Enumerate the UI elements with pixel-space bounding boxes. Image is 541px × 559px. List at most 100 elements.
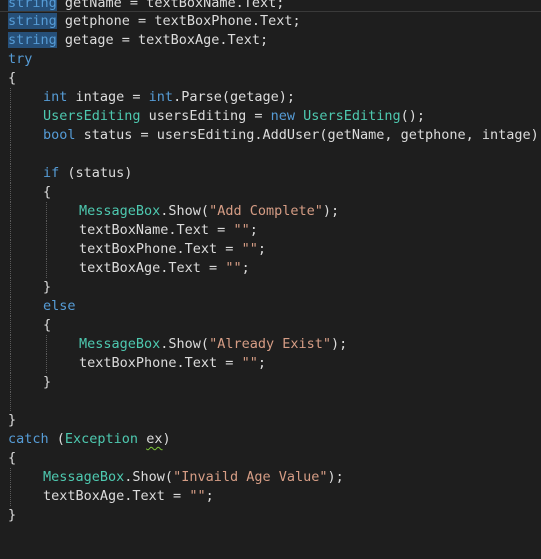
indent-guides [0, 411, 541, 430]
indent-guides [0, 297, 541, 316]
code-token: ; [257, 355, 266, 371]
code-line[interactable]: if (status) [0, 164, 541, 183]
code-token: ex [146, 431, 163, 447]
code-token: UsersEditing [303, 108, 401, 124]
code-text: bool status = usersEditing.AddUser(getNa… [43, 126, 541, 145]
code-token: } [8, 412, 17, 428]
code-text: { [8, 449, 16, 468]
code-text: } [43, 278, 51, 297]
code-text: textBoxAge.Text = ""; [79, 259, 250, 278]
code-token: textBoxName.Text = [79, 222, 234, 238]
code-token: ; [205, 488, 214, 504]
code-line[interactable]: MessageBox.Show("Already Exist"); [0, 335, 541, 354]
indent-guide [46, 335, 47, 354]
code-line[interactable] [0, 392, 541, 411]
code-line[interactable]: MessageBox.Show("Invaild Age Value"); [0, 468, 541, 487]
indent-guide [10, 335, 11, 354]
indent-guide [46, 221, 47, 240]
code-line[interactable]: string getphone = textBoxPhone.Text; [0, 12, 541, 31]
indent-guide [10, 183, 11, 202]
code-line[interactable]: textBoxAge.Text = ""; [0, 487, 541, 506]
indent-guide [10, 164, 11, 183]
code-line[interactable]: bool status = usersEditing.AddUser(getNa… [0, 126, 541, 145]
code-line[interactable]: { [0, 449, 541, 468]
code-line[interactable]: textBoxAge.Text = ""; [0, 259, 541, 278]
code-token: intage = [67, 89, 149, 105]
code-line[interactable]: string getName = textBoxName.Text; [0, 0, 541, 12]
code-text: string getphone = textBoxPhone.Text; [8, 12, 301, 31]
code-line[interactable]: textBoxName.Text = ""; [0, 221, 541, 240]
code-line[interactable] [0, 145, 541, 164]
code-line[interactable]: textBoxPhone.Text = ""; [0, 354, 541, 373]
code-token: textBoxPhone.Text = [79, 355, 242, 371]
code-text: UsersEditing usersEditing = new UsersEdi… [43, 107, 425, 126]
code-line[interactable]: textBoxPhone.Text = ""; [0, 240, 541, 259]
code-line[interactable]: } [0, 278, 541, 297]
code-token: "" [241, 241, 258, 257]
code-token: if [43, 165, 60, 181]
code-line[interactable]: { [0, 183, 541, 202]
code-token: else [43, 298, 76, 314]
code-token: "Invaild Age Value" [173, 469, 328, 485]
indent-guides [0, 145, 541, 164]
code-token: ); [322, 203, 340, 219]
code-token: getage = textBoxAge.Text; [56, 32, 269, 48]
code-text: { [43, 316, 51, 335]
indent-guides [0, 449, 541, 468]
code-line[interactable]: catch (Exception ex) [0, 430, 541, 449]
code-line[interactable]: } [0, 506, 541, 525]
code-text: textBoxAge.Text = ""; [43, 487, 214, 506]
code-token: ); [327, 469, 344, 485]
code-text: int intage = int.Parse(getage); [43, 88, 295, 107]
code-token: textBoxPhone.Text = [79, 241, 242, 257]
code-token: .Show( [160, 336, 210, 352]
code-token: UsersEditing [43, 108, 141, 124]
indent-guide [10, 145, 11, 164]
indent-guide [10, 316, 11, 335]
code-text: MessageBox.Show("Invaild Age Value"); [43, 468, 344, 487]
code-line[interactable]: { [0, 316, 541, 335]
code-token: textBoxAge.Text = [43, 488, 190, 504]
indent-guide [10, 202, 11, 221]
indent-guide [10, 88, 11, 107]
code-token: Exception [64, 431, 139, 447]
code-line[interactable]: else [0, 297, 541, 316]
code-line[interactable]: string getage = textBoxAge.Text; [0, 31, 541, 50]
code-line[interactable]: try [0, 50, 541, 69]
code-token: getphone = textBoxPhone.Text; [56, 13, 301, 29]
indent-guides [0, 373, 541, 392]
code-token: "" [189, 488, 206, 504]
code-token: usersEditing = [140, 108, 271, 124]
code-token: } [43, 279, 52, 295]
code-line[interactable]: UsersEditing usersEditing = new UsersEdi… [0, 107, 541, 126]
code-token: "" [233, 222, 250, 238]
code-text: catch (Exception ex) [8, 430, 171, 449]
code-line[interactable]: } [0, 411, 541, 430]
code-token: .Parse(getage); [173, 89, 295, 105]
code-token: ; [257, 241, 266, 257]
code-token: .Show( [124, 469, 174, 485]
code-token: ); [330, 336, 348, 352]
code-token: int [43, 89, 68, 105]
code-line[interactable]: { [0, 69, 541, 88]
code-text: { [43, 183, 51, 202]
code-text: textBoxName.Text = ""; [79, 221, 258, 240]
code-token: { [8, 70, 17, 86]
code-token: try [8, 51, 33, 67]
code-text: textBoxPhone.Text = ""; [79, 354, 266, 373]
indent-guides [0, 506, 541, 525]
code-text: if (status) [43, 164, 132, 183]
code-line[interactable]: int intage = int.Parse(getage); [0, 88, 541, 107]
code-line[interactable]: } [0, 373, 541, 392]
code-editor[interactable]: string getName = textBoxName.Text; string… [0, 0, 541, 525]
indent-guides [0, 278, 541, 297]
code-token: "Already Exist" [209, 336, 331, 352]
indent-guide [46, 259, 47, 278]
code-token: } [43, 374, 52, 390]
code-line[interactable]: MessageBox.Show("Add Complete"); [0, 202, 541, 221]
code-token: status = usersEditing.AddUser(getName, g… [75, 127, 541, 143]
code-token: string [8, 13, 57, 29]
code-token: { [43, 317, 52, 333]
code-token: ; [241, 260, 250, 276]
code-token: ; [249, 222, 258, 238]
